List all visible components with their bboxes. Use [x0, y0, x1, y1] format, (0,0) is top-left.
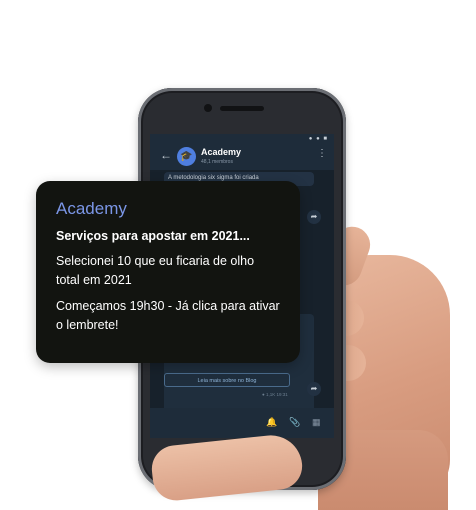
bell-icon[interactable]: 🔔 — [266, 417, 277, 428]
bottom-bar: 🔔 📎 ▦ — [150, 408, 334, 438]
notification-line: Selecionei 10 que eu ficaria de olho tot… — [56, 254, 255, 287]
chat-subtitle: 48,1 membros — [201, 159, 233, 165]
blog-button[interactable]: Leia mais sobre no Blog — [164, 373, 290, 387]
keyboard-icon[interactable]: ▦ — [312, 417, 321, 428]
speaker — [220, 106, 264, 111]
share-icon[interactable]: ➦ — [307, 210, 321, 224]
notification-line: Começamos 19h30 - Já clica para ativar o… — [56, 299, 280, 332]
status-icons: ● ● ■ — [308, 136, 328, 142]
notification-headline: Serviços para apostar em 2021... — [56, 229, 250, 243]
message-meta: ● 1,1K 19:31 — [262, 392, 288, 397]
share-icon[interactable]: ➦ — [307, 382, 321, 396]
paperclip-icon[interactable]: 📎 — [289, 417, 300, 428]
chat-title: Academy — [201, 147, 242, 157]
stage: ● ● ■ ← 🎓 Academy 48,1 membros ⋮ A metod… — [0, 0, 476, 510]
status-bar: ● ● ■ — [150, 134, 334, 144]
chat-header: ← 🎓 Academy 48,1 membros ⋮ — [150, 144, 334, 170]
graduation-cap-icon[interactable]: 🎓 — [177, 147, 196, 166]
kebab-menu-icon[interactable]: ⋮ — [317, 148, 327, 159]
camera — [204, 104, 212, 112]
notification-card[interactable]: Academy Serviços para apostar em 2021...… — [36, 181, 300, 363]
notification-title: Academy — [56, 199, 127, 218]
back-arrow-icon[interactable]: ← — [160, 148, 172, 162]
